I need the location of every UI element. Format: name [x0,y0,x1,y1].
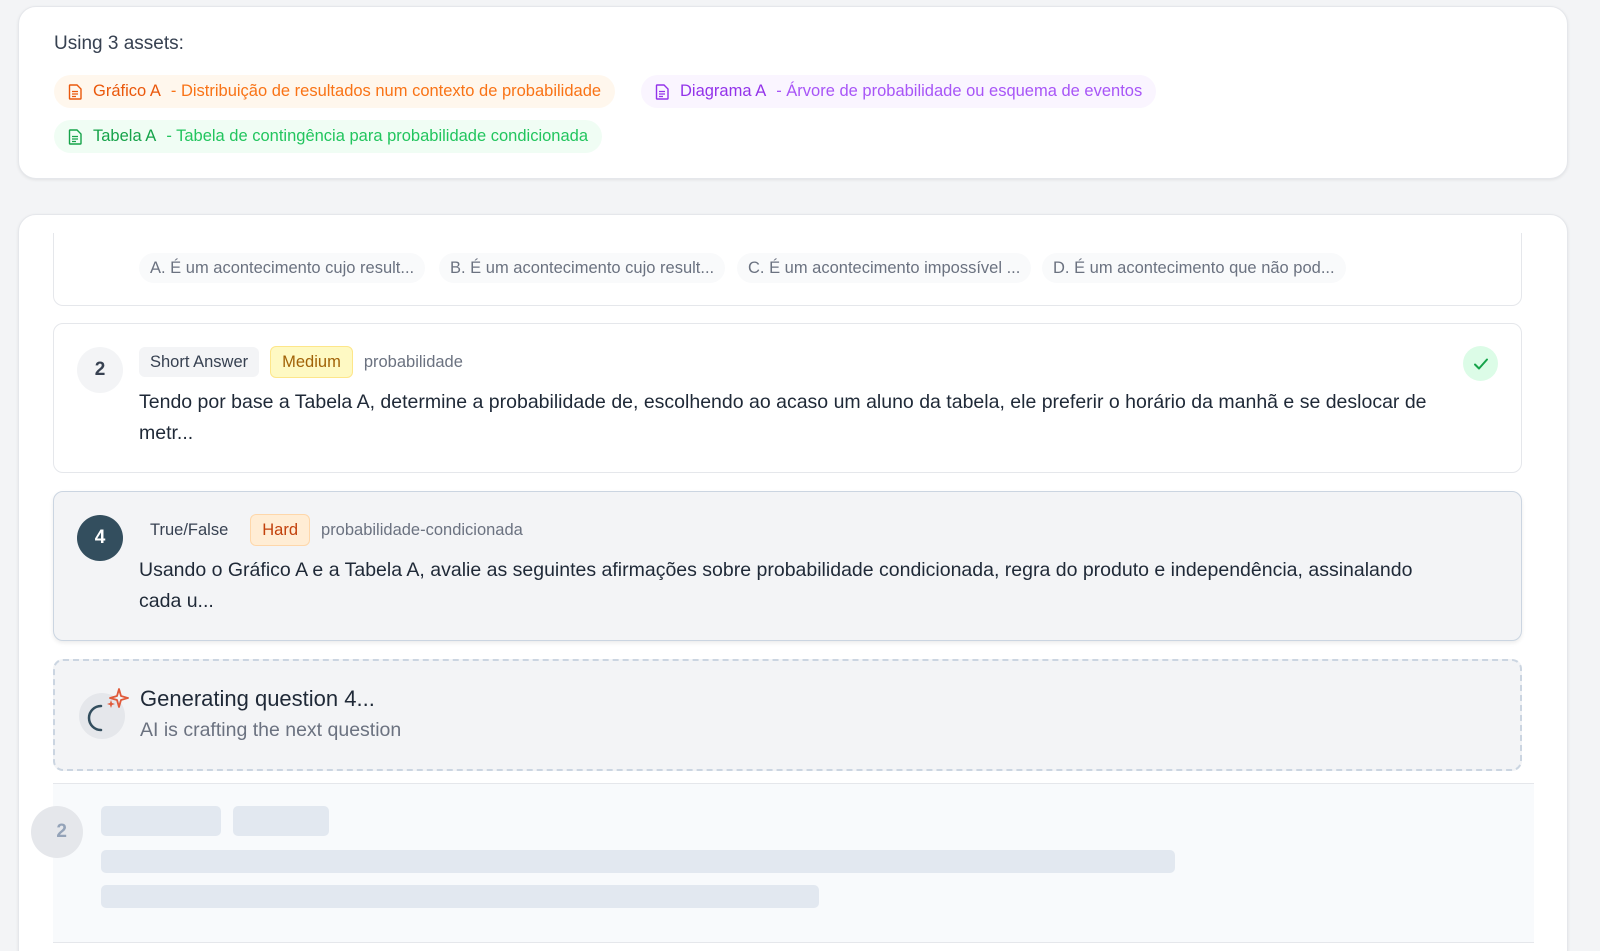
question-text: Tendo por base a Tabela A, determine a p… [139,391,1427,444]
sparkle-spinner-icon [79,688,129,739]
skeleton-badge [233,806,329,836]
generating-subtitle: AI is crafting the next question [140,719,402,741]
asset-chip-grafico-a[interactable]: Gráfico A - Distribuição de resultados n… [54,75,616,108]
question-number: 2 [77,347,123,393]
questions-panel: A. É um acontecimento cujo result... B. … [18,214,1568,951]
question-meta: Short Answer Medium probabilidade [139,346,463,378]
document-icon [655,83,669,100]
skeleton-number: 2 [31,806,83,858]
option-chip-c: C. É um acontecimento impossível ... [737,253,1032,283]
question-text: Usando o Gráfico A e a Tabela A, avalie … [139,559,1413,612]
skeleton-line [101,885,819,908]
question-card[interactable]: 2 Short Answer Medium probabilidade Tend… [53,323,1522,473]
question-card-partial[interactable]: A. É um acontecimento cujo result... B. … [53,233,1522,306]
question-type-badge: True/False [150,520,229,539]
asset-description: - Distribuição de resultados num context… [170,82,602,100]
document-icon [68,83,82,100]
option-chip-d: D. É um acontecimento que não pod... [1042,253,1346,283]
page: Using 3 assets: Gráfico A - Distribuição… [0,0,1600,951]
document-icon [68,128,82,145]
skeleton-line [101,850,1175,873]
generating-question-card: Generating question 4... AI is crafting … [53,659,1522,771]
option-chip-b: B. É um acontecimento cujo result... [439,253,726,283]
asset-chip-tabela-a[interactable]: Tabela A - Tabela de contingência para p… [54,120,602,153]
skeleton-question-placeholder: 2 [31,783,1534,943]
question-card-selected[interactable]: 4 True/False Hard probabilidade-condicio… [53,491,1522,641]
skeleton-badge [101,806,221,836]
asset-name: Gráfico A [93,82,161,100]
topic-tag: probabilidade-condicionada [321,520,523,539]
option-chip-a: A. É um acontecimento cujo result... [139,253,426,283]
generating-title: Generating question 4... [140,686,375,711]
asset-name: Tabela A [93,127,157,145]
question-meta: True/False Hard probabilidade-condiciona… [139,514,523,546]
question-number: 4 [77,515,123,561]
asset-chip-diagrama-a[interactable]: Diagrama A - Árvore de probabilidade ou … [641,75,1157,108]
assets-panel: Using 3 assets: Gráfico A - Distribuição… [18,6,1568,179]
asset-name: Diagrama A [680,82,767,100]
asset-description: - Árvore de probabilidade ou esquema de … [776,82,1143,100]
asset-description: - Tabela de contingência para probabilid… [166,127,588,145]
difficulty-badge: Medium [270,346,353,378]
check-icon [1463,346,1498,381]
assets-title: Using 3 assets: [54,33,184,54]
difficulty-badge: Hard [250,514,311,546]
topic-tag: probabilidade [363,352,463,371]
question-type-badge: Short Answer [139,347,260,377]
